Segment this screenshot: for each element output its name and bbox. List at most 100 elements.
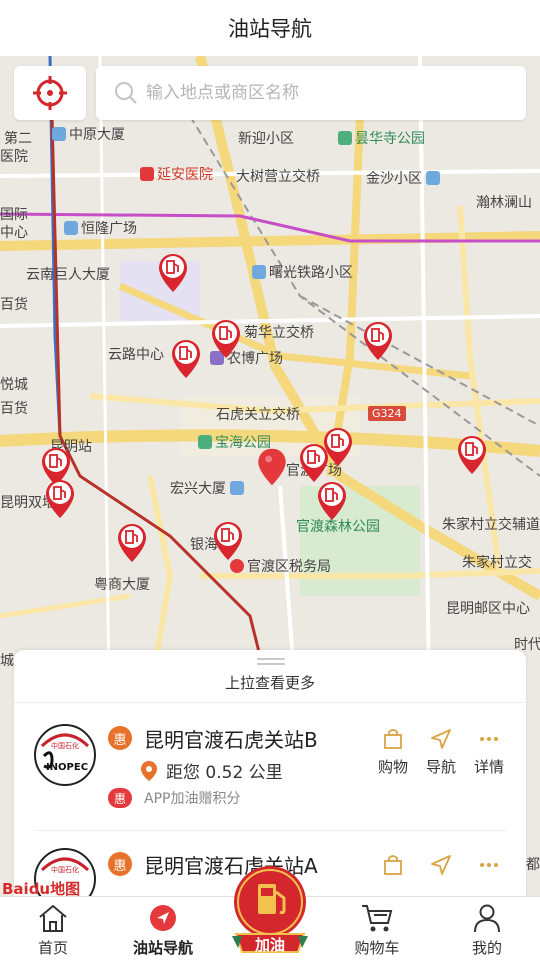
gas-station-pin[interactable] — [362, 320, 394, 362]
gas-station-pin-icon — [172, 340, 200, 378]
tab-profile[interactable]: 我的 — [442, 901, 532, 958]
discount-badge: 惠 — [108, 852, 132, 876]
drag-handle[interactable] — [257, 658, 285, 666]
gas-station-pin[interactable] — [44, 478, 76, 520]
more-dots-icon — [480, 737, 498, 741]
map-label: 石虎关立交桥 — [216, 407, 300, 423]
location-pin-icon — [141, 760, 157, 781]
search-input[interactable] — [146, 83, 466, 103]
map-label: 百货 — [0, 297, 28, 313]
gas-station-pin-icon — [318, 482, 346, 520]
map-label: 延安医院 — [140, 164, 213, 184]
divider — [34, 830, 506, 831]
map-label: 朱家村立交辅道 — [442, 517, 540, 533]
gas-station-pin-icon — [212, 320, 240, 358]
gas-station-pin[interactable] — [157, 252, 189, 294]
station-name: 昆明官渡石虎关站B — [144, 728, 318, 752]
map-label: 宏兴大厦 — [170, 478, 247, 498]
tab-navigation[interactable]: 油站导航 — [118, 901, 208, 958]
map-label: 昆明邮区中心 — [446, 601, 530, 617]
gas-station-pin[interactable] — [210, 318, 242, 360]
gas-station-pin-icon — [324, 428, 352, 466]
locate-button[interactable] — [14, 66, 86, 120]
map-label: 百货 — [0, 401, 28, 417]
map-label: 金沙小区 — [366, 168, 443, 188]
page-header: 油站导航 — [0, 0, 540, 56]
map-label: 菊华立交桥 — [244, 325, 314, 341]
gas-station-pin[interactable] — [456, 434, 488, 476]
map-label: 悦城 — [0, 377, 28, 393]
map-label: 医院 — [0, 149, 28, 165]
map-label: 粤商大厦 — [94, 577, 150, 593]
gas-station-pin-icon — [214, 522, 242, 560]
page-title: 油站导航 — [228, 17, 312, 41]
promo-badge: 惠 — [108, 788, 132, 808]
cart-icon — [362, 905, 393, 932]
svg-text:INOPEC: INOPEC — [46, 762, 88, 773]
shopping-bag-icon — [384, 855, 402, 875]
shop-button[interactable] — [368, 854, 418, 882]
locate-crosshair-icon — [33, 76, 67, 110]
details-button[interactable]: 详情 — [464, 728, 514, 777]
gas-station-pin[interactable] — [322, 426, 354, 468]
tab-home[interactable]: 首页 — [8, 901, 98, 958]
map-label: 国际 — [0, 207, 28, 223]
map-label: 官渡区税务局 — [230, 556, 331, 576]
map-label: 云路中心 — [108, 347, 164, 363]
details-button[interactable] — [464, 854, 514, 882]
current-location-marker — [258, 448, 286, 486]
gas-station-pin[interactable] — [316, 480, 348, 522]
pull-up-hint: 上拉查看更多 — [224, 674, 315, 692]
gas-station-pin[interactable] — [212, 520, 244, 562]
navigate-button[interactable]: 导航 — [416, 728, 466, 777]
promo-text: APP加油赠积分 — [144, 791, 241, 807]
svg-text:中国石化: 中国石化 — [51, 865, 79, 874]
map-label: 朱家村立交 — [462, 555, 532, 571]
tab-label: 我的 — [471, 939, 502, 957]
map-label: 大树营立交桥 — [236, 169, 320, 185]
map-label: 恒隆广场 — [64, 218, 137, 238]
map-label: 云南巨人大厦 — [26, 267, 110, 283]
search-icon — [115, 82, 137, 104]
gas-station-pin-icon — [458, 436, 486, 474]
station-distance: 距您 0.52 公里 — [140, 758, 283, 783]
tab-label: 首页 — [37, 939, 68, 957]
navigate-label: 导航 — [425, 758, 456, 776]
svg-text:中国石化: 中国石化 — [51, 741, 79, 750]
map-label: 第二 — [4, 131, 32, 147]
tab-label: 加油 — [254, 936, 285, 954]
map-label: 曙光铁路小区 — [252, 262, 353, 282]
navigate-arrow-icon — [431, 855, 451, 875]
map-label: 新迎小区 — [238, 131, 294, 147]
tab-cart[interactable]: 购物车 — [332, 901, 422, 958]
user-icon — [474, 904, 500, 933]
tab-label: 油站导航 — [132, 939, 193, 957]
distance-text: 距您 0.52 公里 — [166, 763, 283, 783]
map-label: 瀚林澜山 — [476, 195, 532, 211]
road-shield: G324 — [368, 406, 406, 421]
map-label: 昙华寺公园 — [338, 128, 425, 148]
map-label: 城 — [0, 653, 14, 669]
tab-fuel[interactable]: 加油 — [232, 856, 308, 960]
gas-station-pin-icon — [159, 254, 187, 292]
more-dots-icon — [480, 863, 498, 867]
map-label: 都 — [526, 857, 540, 873]
navigate-button[interactable] — [416, 854, 466, 882]
gas-station-pin-icon — [118, 524, 146, 562]
home-icon — [39, 904, 67, 932]
shop-label: 购物 — [377, 758, 408, 776]
shopping-bag-icon — [384, 729, 402, 749]
map-label: 中心 — [0, 225, 28, 241]
search-row — [14, 66, 526, 120]
details-label: 详情 — [473, 758, 504, 776]
tab-label: 购物车 — [354, 939, 400, 957]
map-label: 中原大厦 — [52, 124, 125, 144]
sinopec-logo: 中国石化 INOPEC — [34, 724, 96, 786]
gas-station-pin-icon — [46, 480, 74, 518]
gas-station-pin[interactable] — [116, 522, 148, 564]
station-item[interactable]: 中国石化 INOPEC 惠 昆明官渡石虎关站B 距您 0.52 公里 惠 APP… — [14, 702, 526, 832]
navigate-arrow-icon — [431, 729, 451, 749]
gas-station-pin[interactable] — [170, 338, 202, 380]
search-box[interactable] — [96, 66, 526, 120]
shop-button[interactable]: 购物 — [368, 728, 418, 777]
